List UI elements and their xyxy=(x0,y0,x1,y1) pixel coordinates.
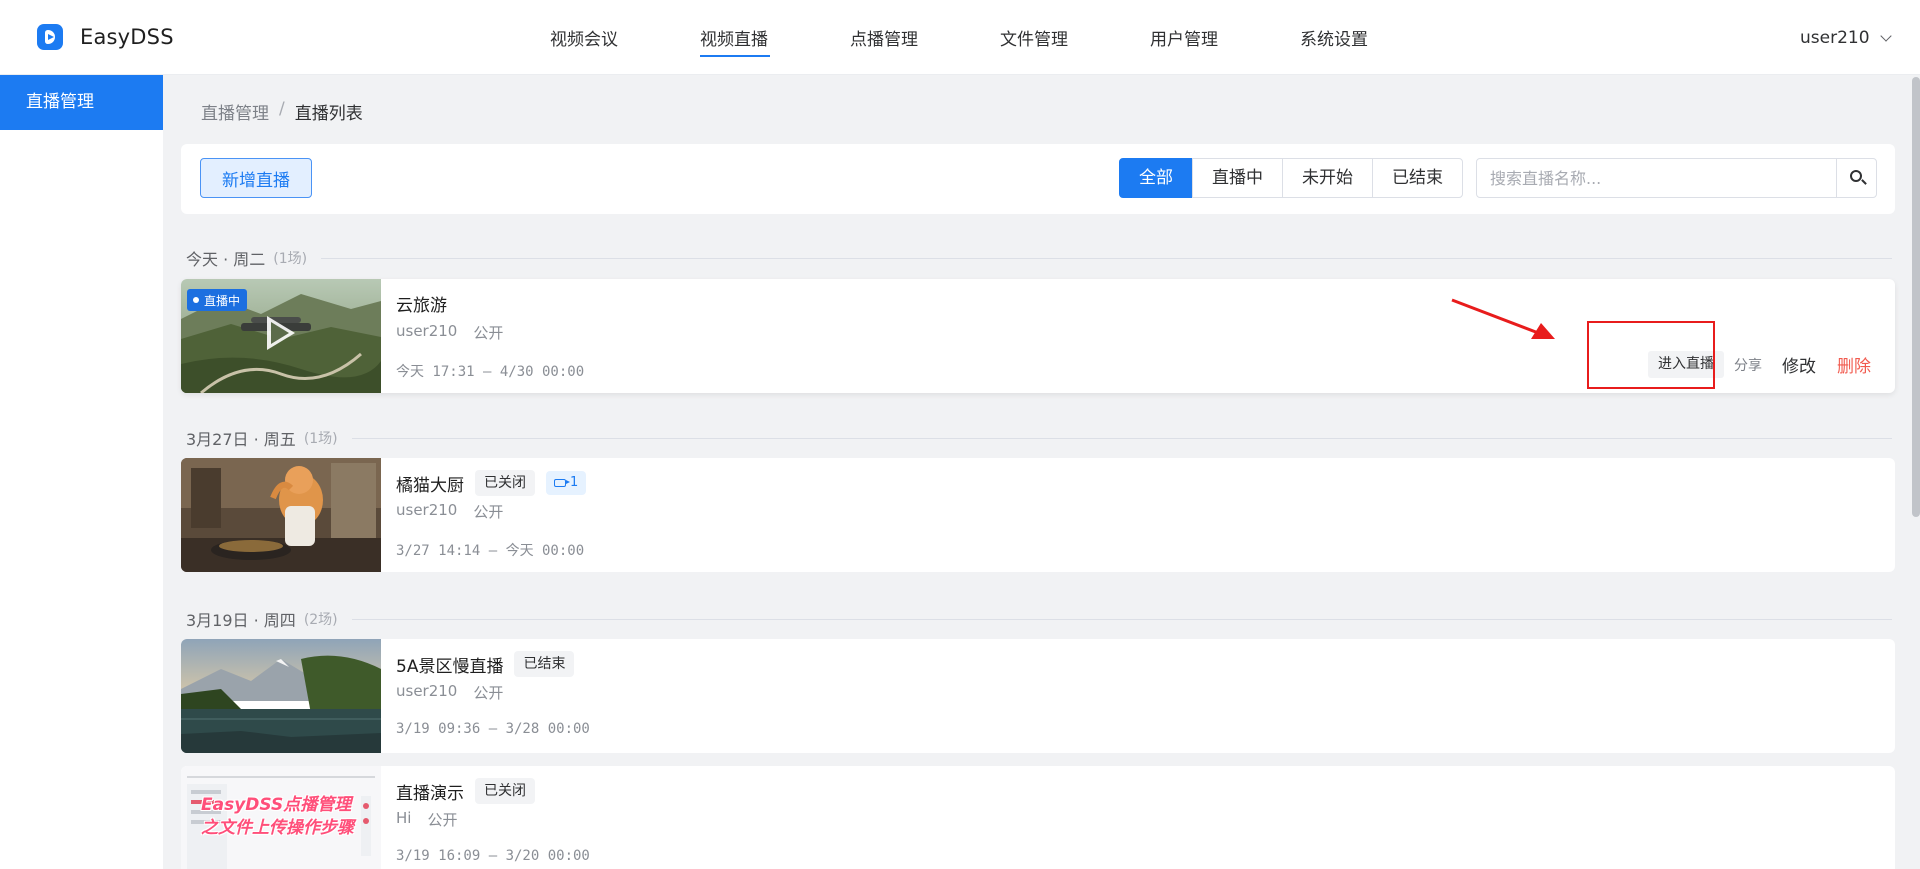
sidebar: 直播管理 xyxy=(0,75,163,869)
filter-not-started[interactable]: 未开始 xyxy=(1282,158,1373,198)
breadcrumb: 直播管理 / 直播列表 xyxy=(201,99,363,124)
card-meta: user210 公开 xyxy=(396,682,503,703)
add-live-button[interactable]: 新增直播 xyxy=(200,158,312,198)
live-thumbnail[interactable] xyxy=(181,458,381,572)
live-time-range: 3/19 16:09 – 3/20 00:00 xyxy=(396,848,590,864)
status-tag: 已结束 xyxy=(514,651,575,677)
divider xyxy=(351,437,1892,439)
card-title-row: 云旅游 xyxy=(396,291,447,316)
search-button[interactable] xyxy=(1836,159,1876,197)
annotation-arrow-icon xyxy=(1451,298,1555,339)
live-time-range: 3/19 09:36 – 3/28 00:00 xyxy=(396,721,590,737)
live-visibility: 公开 xyxy=(473,324,504,342)
top-header: EasyDSS 视频会议 视频直播 点播管理 文件管理 用户管理 系统设置 us… xyxy=(0,0,1920,75)
status-tag: 已关闭 xyxy=(475,778,535,804)
card-meta: user210 公开 xyxy=(396,501,503,522)
day-count: (1场) xyxy=(273,251,308,267)
user-name: user210 xyxy=(1800,28,1870,48)
breadcrumb-current: 直播列表 xyxy=(294,104,363,124)
live-visibility: 公开 xyxy=(473,684,504,702)
day-date: 今天 · 周二 xyxy=(186,250,266,269)
live-status-badge: 直播中 xyxy=(187,289,248,311)
live-title[interactable]: 直播演示 xyxy=(396,779,464,804)
status-filter-group: 全部 直播中 未开始 已结束 xyxy=(1119,158,1463,198)
day-count: (2场) xyxy=(303,612,338,628)
live-visibility: 公开 xyxy=(473,503,504,521)
live-title[interactable]: 云旅游 xyxy=(396,291,447,316)
annotation-highlight-box xyxy=(1587,321,1715,389)
breadcrumb-separator: / xyxy=(279,99,285,119)
day-date: 3月27日 · 周五 xyxy=(186,430,296,449)
nav-item-file-management[interactable]: 文件管理 xyxy=(1000,0,1150,75)
live-thumbnail[interactable] xyxy=(181,639,381,753)
live-thumbnail[interactable]: EasyDSS点播管理 之文件上传操作步骤 xyxy=(181,766,381,869)
live-card[interactable]: 5A景区慢直播 已结束 user210 公开 3/19 09:36 – 3/28… xyxy=(181,639,1895,753)
chevron-down-icon xyxy=(1879,29,1892,42)
toolbar: 新增直播 全部 直播中 未开始 已结束 xyxy=(181,144,1895,214)
filter-ended[interactable]: 已结束 xyxy=(1372,158,1463,198)
live-dot-icon xyxy=(193,297,199,303)
live-title[interactable]: 5A景区慢直播 xyxy=(396,652,503,677)
card-title-row: 直播演示 已关闭 xyxy=(396,778,535,804)
app-title: EasyDSS xyxy=(80,25,174,49)
card-title-row: 橘猫大厨 已关闭 1 xyxy=(396,470,587,496)
nav-item-vod-management[interactable]: 点播管理 xyxy=(850,0,1000,75)
thumbnail-caption: EasyDSS点播管理 之文件上传操作步骤 xyxy=(201,795,354,838)
live-owner: Hi xyxy=(396,809,412,827)
card-meta: user210 公开 xyxy=(396,322,503,343)
scrollbar-thumb[interactable] xyxy=(1912,77,1920,517)
live-visibility: 公开 xyxy=(427,811,458,829)
search-box xyxy=(1476,158,1877,198)
nav-item-video-conference[interactable]: 视频会议 xyxy=(550,0,700,75)
divider xyxy=(351,618,1892,620)
live-owner: user210 xyxy=(396,322,458,340)
live-status-label: 直播中 xyxy=(204,293,241,308)
day-group-header: 3月27日 · 周五 (1场) xyxy=(186,426,1892,450)
nav-item-system-settings[interactable]: 系统设置 xyxy=(1300,0,1450,75)
live-owner: user210 xyxy=(396,682,458,700)
app-logo[interactable]: EasyDSS xyxy=(37,24,174,50)
logo-icon xyxy=(37,24,63,50)
live-title[interactable]: 橘猫大厨 xyxy=(396,471,464,496)
camera-count-tag: 1 xyxy=(546,471,587,495)
search-input[interactable] xyxy=(1477,159,1836,197)
nav-item-live-streaming[interactable]: 视频直播 xyxy=(700,0,850,75)
filter-live[interactable]: 直播中 xyxy=(1192,158,1283,198)
live-thumbnail[interactable]: 直播中 xyxy=(181,279,381,393)
live-time-range: 今天 17:31 – 4/30 00:00 xyxy=(396,364,585,380)
breadcrumb-parent[interactable]: 直播管理 xyxy=(201,99,269,124)
day-count: (1场) xyxy=(303,431,338,447)
card-meta: Hi 公开 xyxy=(396,809,457,830)
share-button[interactable]: 分享 xyxy=(1734,355,1762,375)
day-group-header: 3月19日 · 周四 (2场) xyxy=(186,607,1892,631)
edit-button[interactable]: 修改 xyxy=(1782,352,1816,377)
user-menu[interactable]: user210 xyxy=(1800,28,1892,48)
day-group-header: 今天 · 周二 (1场) xyxy=(186,246,1892,270)
day-date: 3月19日 · 周四 xyxy=(186,611,296,630)
camera-count: 1 xyxy=(570,475,579,490)
live-time-range: 3/27 14:14 – 今天 00:00 xyxy=(396,543,585,559)
filter-all[interactable]: 全部 xyxy=(1119,158,1193,198)
camera-icon xyxy=(554,479,570,487)
delete-button[interactable]: 删除 xyxy=(1837,352,1871,377)
live-card[interactable]: EasyDSS点播管理 之文件上传操作步骤 直播演示 已关闭 Hi 公开 3/1… xyxy=(181,766,1895,869)
nav-item-user-management[interactable]: 用户管理 xyxy=(1150,0,1300,75)
sidebar-item-live-management[interactable]: 直播管理 xyxy=(0,75,163,130)
status-tag: 已关闭 xyxy=(475,470,535,496)
main-nav: 视频会议 视频直播 点播管理 文件管理 用户管理 系统设置 xyxy=(550,0,1450,75)
divider xyxy=(321,257,1892,259)
card-title-row: 5A景区慢直播 已结束 xyxy=(396,651,575,677)
live-card[interactable]: 橘猫大厨 已关闭 1 user210 公开 3/27 14:14 – 今天 00… xyxy=(181,458,1895,572)
live-owner: user210 xyxy=(396,501,458,519)
